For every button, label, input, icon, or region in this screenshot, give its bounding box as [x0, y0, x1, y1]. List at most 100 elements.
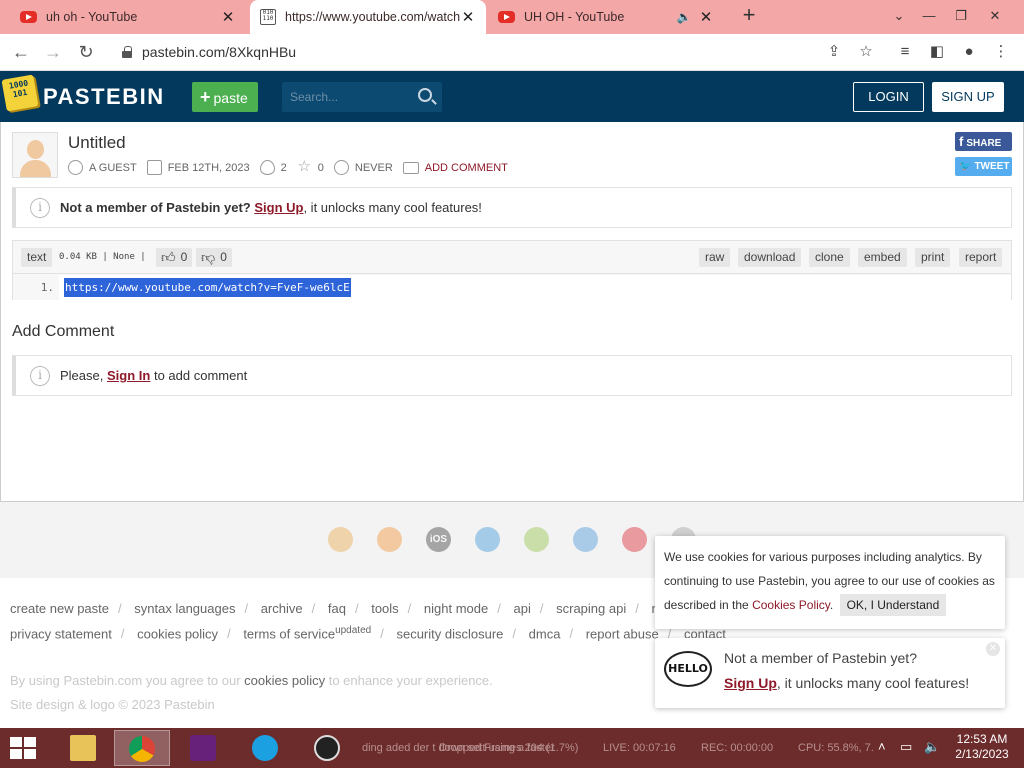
footer-link[interactable]: faq [328, 601, 346, 616]
paste-meta: A GUEST FEB 12TH, 2023 2 ☆ 0 NEVER ADD CO… [68, 159, 518, 175]
close-icon[interactable]: ✕ [986, 642, 1000, 656]
signin-link[interactable]: Sign In [107, 368, 150, 383]
download-button[interactable]: download [738, 248, 802, 267]
rec-timer: REC: 00:00:00 [701, 742, 774, 754]
forward-button[interactable]: → [41, 41, 65, 65]
file-explorer-taskbar-button[interactable] [56, 730, 112, 766]
network-icon[interactable]: ▭ [900, 739, 912, 755]
footer-link[interactable]: tools [371, 601, 398, 616]
macos-app-icon[interactable] [573, 527, 598, 552]
browser-tab-2[interactable]: 010 110 https://www.youtube.com/watch ✕ [250, 0, 486, 34]
reload-button[interactable]: ↻ [74, 41, 98, 65]
footer-legal: By using Pastebin.com you agree to our c… [10, 673, 493, 688]
footer-links-row-2: privacy statement / cookies policy / terms… [10, 625, 726, 642]
windows-app-icon[interactable] [475, 527, 500, 552]
windows-start-icon[interactable] [10, 737, 38, 759]
speaker-icon[interactable]: 🔈 [676, 10, 692, 24]
report-button[interactable]: report [959, 248, 1003, 267]
clone-button[interactable]: clone [809, 248, 850, 267]
footer-link[interactable]: night mode [424, 601, 488, 616]
system-clock[interactable]: 12:53 AM 2/13/2023 [948, 732, 1016, 762]
new-paste-button[interactable]: + paste [192, 82, 258, 112]
android-app-icon[interactable] [524, 527, 549, 552]
like-button[interactable]: 👍︎ 0 [156, 248, 193, 267]
like-count: 0 [180, 250, 188, 264]
cookie-ok-button[interactable]: OK, I Understand [839, 594, 947, 616]
updated-badge: updated [335, 625, 372, 636]
youtube-icon [20, 11, 37, 23]
profile-icon[interactable]: ● [958, 42, 980, 64]
footer-link[interactable]: dmca [529, 626, 561, 641]
footer-link[interactable]: cookies policy [137, 626, 218, 641]
chrome-extension-icon[interactable] [328, 527, 353, 552]
tab-search-chevron-icon[interactable]: ⌄ [884, 4, 914, 28]
raw-button[interactable]: raw [699, 248, 731, 267]
cookies-policy-link[interactable]: cookies policy [244, 673, 325, 688]
tray-chevron-icon[interactable]: ˄ [878, 739, 886, 754]
tab-close-icon[interactable]: ✕ [698, 8, 714, 26]
signup-link[interactable]: Sign Up [724, 675, 777, 691]
browser-tab-3[interactable]: UH OH - YouTube 🔈 ✕ [488, 0, 724, 34]
volume-icon[interactable]: 🔈 [924, 739, 940, 755]
firefox-extension-icon[interactable] [377, 527, 402, 552]
member-signup-popup: HELLO Not a member of Pastebin yet? Sign… [655, 638, 1005, 708]
author-info: A GUEST [68, 160, 137, 175]
search-icon[interactable] [418, 88, 432, 102]
footer-link[interactable]: archive [261, 601, 303, 616]
share-page-icon[interactable]: ⇪ [823, 42, 845, 64]
bookmark-star-icon[interactable]: ☆ [855, 42, 877, 64]
side-panel-icon[interactable]: ◧ [926, 42, 948, 64]
search-input[interactable]: Search... [282, 82, 442, 112]
rating-info: ☆ 0 [297, 159, 324, 175]
minimize-button[interactable]: — [914, 4, 944, 28]
chrome-taskbar-button[interactable] [114, 730, 170, 766]
footer-link[interactable]: api [514, 601, 531, 616]
footer-link[interactable]: terms of service [243, 626, 335, 641]
calendar-icon [146, 160, 162, 175]
internet-explorer-icon [252, 735, 278, 761]
tab-close-icon[interactable]: ✕ [220, 8, 236, 26]
ios-app-icon[interactable]: iOS [426, 527, 451, 552]
login-button[interactable]: LOGIN [853, 82, 924, 112]
browser-tab-strip: uh oh - YouTube ✕ 010 110 https://www.you… [0, 0, 1024, 34]
twitter-share-button[interactable]: 🐦 TWEET [955, 157, 1012, 176]
eye-icon [259, 160, 275, 175]
restore-button[interactable]: ❐ [946, 4, 976, 28]
address-bar[interactable]: pastebin.com/8XkqnHBu [110, 38, 880, 66]
browser-tab-1[interactable]: uh oh - YouTube ✕ [10, 0, 246, 34]
brand-name[interactable]: PASTEBIN [43, 84, 165, 110]
menu-kebab-icon[interactable]: ⋮ [990, 42, 1012, 64]
signup-link[interactable]: Sign Up [254, 200, 303, 215]
footer-links-row-1: create new paste / syntax languages / arch… [10, 601, 726, 616]
footer-link[interactable]: create new paste [10, 601, 109, 616]
facebook-share-button[interactable]: f SHARE [955, 132, 1012, 151]
tab-close-icon[interactable]: ✕ [460, 8, 476, 26]
dislike-button[interactable]: 👎︎ 0 [196, 248, 232, 267]
syntax-format-badge[interactable]: text [21, 248, 53, 267]
info-icon: i [30, 365, 50, 386]
clock-time: 12:53 AM [956, 732, 1008, 746]
opera-extension-icon[interactable] [622, 527, 647, 552]
signup-button[interactable]: SIGN UP [932, 82, 1004, 112]
logo-text: 1000 101 [8, 78, 29, 100]
footer-link[interactable]: security disclosure [396, 626, 503, 641]
footer-link[interactable]: privacy statement [10, 626, 112, 641]
visual-studio-taskbar-button[interactable] [176, 730, 232, 766]
pastebin-logo[interactable]: 1000 101 [1, 74, 39, 112]
new-tab-button[interactable]: + [738, 4, 760, 27]
embed-button[interactable]: embed [858, 248, 907, 267]
youtube-icon [498, 11, 515, 23]
back-button[interactable]: ← [9, 41, 33, 65]
footer-link[interactable]: syntax languages [134, 601, 235, 616]
paste-code-box: text 0.04 KB | None | 👍︎ 0 👎︎ 0 raw downlo… [12, 240, 1012, 300]
add-comment-link[interactable]: ADD COMMENT [402, 161, 508, 174]
reading-list-icon[interactable]: ≡ [894, 42, 916, 64]
footer-link[interactable]: scraping api [556, 601, 626, 616]
print-button[interactable]: print [915, 248, 951, 267]
cookies-policy-link[interactable]: Cookies Policy [752, 598, 830, 612]
footer-link[interactable]: report abuse [586, 626, 659, 641]
code-text[interactable]: https://www.youtube.com/watch?v=FveF-we6… [64, 278, 351, 297]
internet-explorer-taskbar-button[interactable] [238, 730, 294, 766]
close-window-button[interactable]: ✕ [980, 4, 1010, 28]
obs-taskbar-button[interactable] [300, 730, 356, 766]
